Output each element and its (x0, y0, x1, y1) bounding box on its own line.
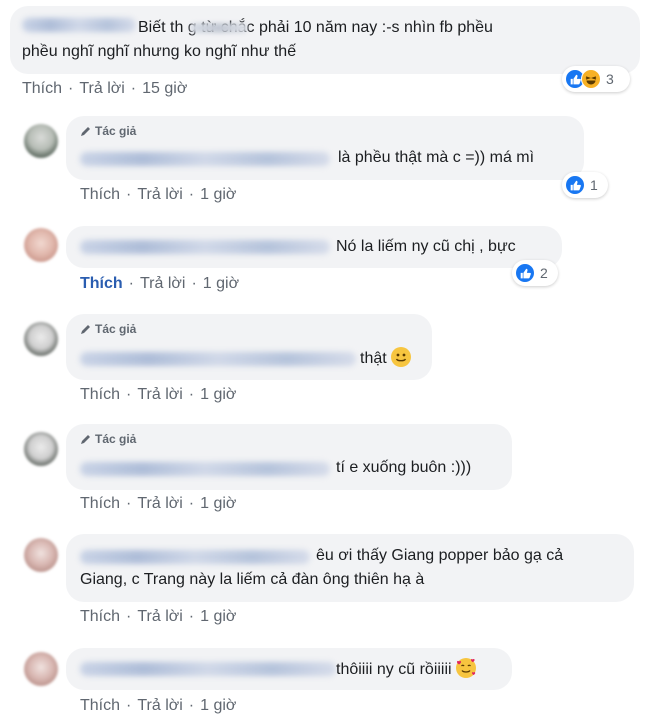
commenter-name-blurred[interactable] (80, 240, 330, 254)
commenter-name-blurred[interactable] (80, 462, 330, 476)
smiling-face-with-hearts-icon (456, 658, 477, 678)
comment-actions: Thích · Trả lời · 1 giờ (80, 608, 237, 625)
comment-bubble: thôiiii ny cũ rồiiiii (66, 648, 512, 690)
avatar[interactable] (24, 228, 58, 262)
comment-timestamp[interactable]: 15 giờ (142, 80, 187, 97)
haha-icon (581, 69, 601, 89)
comment-bubble: êu ơi thấy Giang popper bảo gạ cả Giang,… (66, 534, 634, 602)
like-icon (515, 263, 535, 283)
comment-text: thôiiii ny cũ rồiiiii (336, 658, 477, 681)
comment-actions: Thích · Trả lời · 1 giờ (80, 386, 237, 403)
like-link[interactable]: Thích (80, 275, 123, 292)
avatar[interactable] (24, 652, 58, 686)
like-link[interactable]: Thích (80, 186, 120, 203)
comment-timestamp[interactable]: 1 giờ (203, 275, 239, 292)
comment-actions: Thích · Trả lời · 1 giờ (80, 697, 237, 714)
reply-link[interactable]: Trả lời (137, 386, 182, 403)
reaction-count: 1 (590, 177, 598, 193)
comment-timestamp[interactable]: 1 giờ (200, 186, 236, 203)
comment-timestamp[interactable]: 1 giờ (200, 386, 236, 403)
comment-actions: Thích · Trả lời · 1 giờ (80, 495, 237, 512)
pen-icon (81, 435, 90, 444)
pen-icon (81, 325, 90, 334)
comment-text: thật (360, 347, 412, 370)
author-badge: Tác giả (80, 124, 136, 138)
reaction-count: 3 (606, 71, 614, 87)
commenter-name-blurred[interactable] (80, 550, 310, 564)
avatar[interactable] (24, 124, 58, 158)
comment-actions: Thích · Trả lời · 15 giờ (22, 80, 188, 97)
avatar[interactable] (24, 322, 58, 356)
blurred-text (190, 23, 248, 33)
comment-bubble: Biết th g từ chắc phải 10 năm nay :-s nh… (10, 6, 640, 74)
like-link[interactable]: Thích (80, 495, 120, 512)
avatar[interactable] (24, 538, 58, 572)
comment-timestamp[interactable]: 1 giờ (200, 697, 236, 714)
reply-link[interactable]: Trả lời (79, 80, 124, 97)
comment-bubble: Nó la liếm ny cũ chị , bực (66, 226, 562, 268)
reply-link[interactable]: Trả lời (137, 495, 182, 512)
comment-text-line: phều nghĩ nghĩ nhưng ko nghĩ như thế (22, 43, 297, 60)
author-badge: Tác giả (80, 432, 136, 446)
like-link[interactable]: Thích (80, 608, 120, 625)
comment-timestamp[interactable]: 1 giờ (200, 495, 236, 512)
reply-link[interactable]: Trả lời (137, 186, 182, 203)
comment-text: tí e xuống buôn :))) (336, 459, 472, 476)
smiling-face-icon (391, 347, 412, 367)
commenter-name-blurred[interactable] (22, 18, 136, 32)
reply-link[interactable]: Trả lời (140, 275, 185, 292)
reaction-summary[interactable]: 2 (512, 260, 558, 286)
comment-timestamp[interactable]: 1 giờ (200, 608, 236, 625)
commenter-name-blurred[interactable] (80, 152, 330, 166)
comment-actions: Thích · Trả lời · 1 giờ (80, 186, 237, 203)
comment-text-line: êu ơi thấy Giang popper bảo gạ cả (316, 547, 564, 564)
avatar[interactable] (24, 432, 58, 466)
reaction-summary[interactable]: 3 (562, 66, 630, 92)
author-badge: Tác giả (80, 322, 136, 336)
like-link[interactable]: Thích (80, 697, 120, 714)
like-link[interactable]: Thích (22, 80, 62, 97)
like-link[interactable]: Thích (80, 386, 120, 403)
comment-text-line: Giang, c Trang này la liếm cả đàn ông th… (80, 571, 425, 588)
comment-bubble: Tác giả thật (66, 314, 432, 380)
reply-link[interactable]: Trả lời (137, 608, 182, 625)
commenter-name-blurred[interactable] (80, 662, 336, 676)
comment-actions: Thích · Trả lời · 1 giờ (80, 275, 240, 292)
commenter-name-blurred[interactable] (80, 352, 356, 366)
reply-link[interactable]: Trả lời (137, 697, 182, 714)
comment-bubble: Tác giả tí e xuống buôn :))) (66, 424, 512, 490)
comment-bubble: Tác giả là phều thật mà c =)) má mì (66, 116, 584, 180)
reaction-summary[interactable]: 1 (562, 172, 608, 198)
pen-icon (81, 127, 90, 136)
comment-text: là phều thật mà c =)) má mì (338, 149, 535, 166)
reaction-count: 2 (540, 265, 548, 281)
comment-text: Nó la liếm ny cũ chị , bực (336, 238, 516, 255)
like-icon (565, 175, 585, 195)
